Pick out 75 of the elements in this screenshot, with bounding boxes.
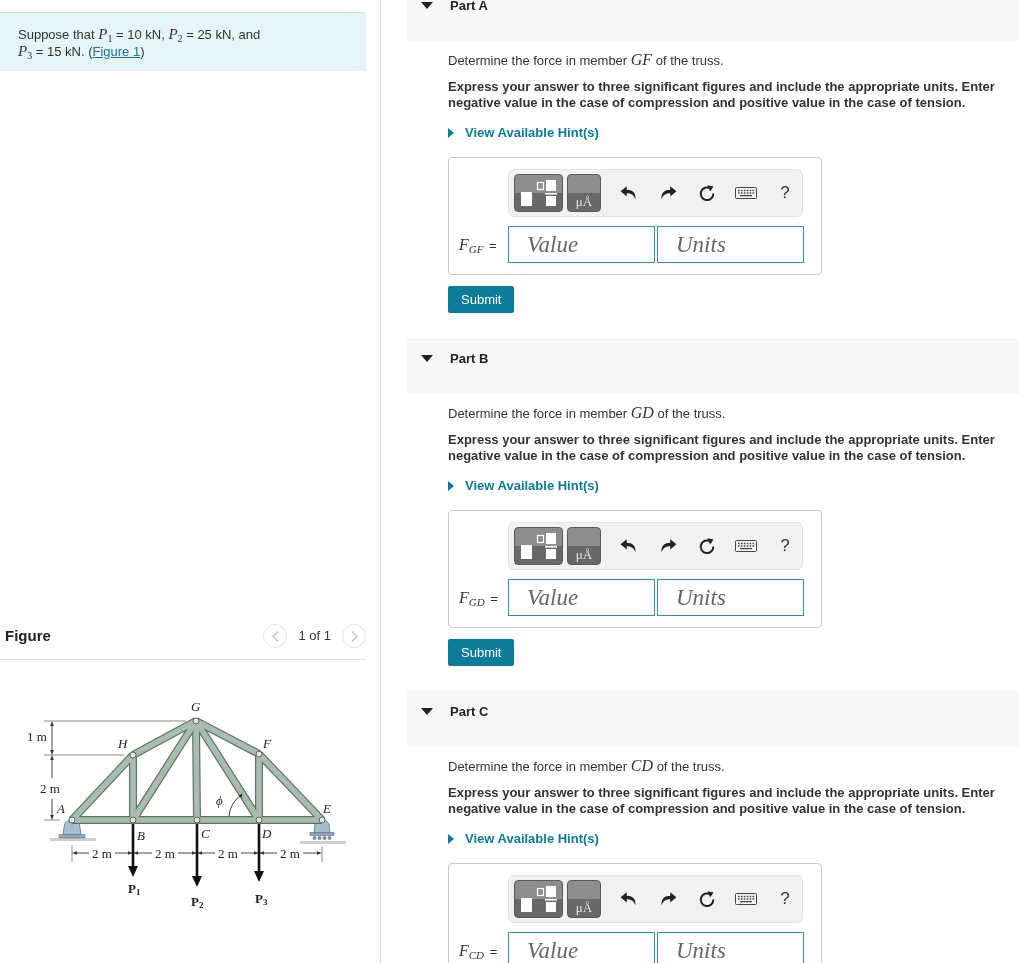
- units-field[interactable]: Units: [657, 932, 804, 963]
- units-button[interactable]: μÅ: [567, 527, 601, 565]
- question-text: Determine the force in member CD of the truss.: [448, 758, 726, 775]
- submit-button[interactable]: Submit: [448, 286, 515, 313]
- load-label: P$_{1}$: [128, 882, 141, 895]
- figure-title: Figure: [5, 625, 51, 646]
- load-arrow: [254, 824, 264, 882]
- reset-icon: [698, 537, 716, 555]
- answer-label: F$_{GF}$ =: [458, 234, 498, 257]
- units-field[interactable]: Units: [657, 226, 804, 263]
- part-title: Part C: [450, 704, 489, 720]
- joint-label: G: [191, 700, 201, 713]
- part-title: Part B: [450, 351, 489, 367]
- joint-label: B: [137, 829, 145, 842]
- extension-line: [71, 845, 73, 862]
- part-header[interactable]: Part B: [407, 338, 1019, 394]
- question-text: Determine the force in member GD of the truss.: [448, 405, 727, 422]
- help-button[interactable]: ?: [770, 178, 800, 208]
- joint-label: F: [263, 737, 271, 750]
- part-title: Part A: [450, 0, 488, 14]
- question-text: Determine the force in member GF of the truss.: [448, 52, 725, 69]
- value-field[interactable]: Value: [508, 579, 655, 616]
- help-button[interactable]: ?: [770, 884, 800, 914]
- load-label: P$_{2}$: [191, 895, 204, 908]
- load-arrow: [192, 824, 202, 887]
- joint-label: D: [262, 827, 272, 840]
- units-field[interactable]: Units: [657, 579, 804, 616]
- joint-label: C: [201, 827, 210, 840]
- angle-arc: [228, 793, 243, 817]
- submit-button[interactable]: Submit: [448, 639, 515, 666]
- joint-label: A: [57, 802, 65, 815]
- joint-label: E: [323, 802, 331, 815]
- page-indicator: 1 of 1: [298, 627, 331, 646]
- problem-statement: Suppose that P$_{1}$ = 10 kN, P$_{2}$ = 25 kN, and P$_{3}$ = 15 kN. (Figure 1): [18, 26, 262, 60]
- dimension-label: 2 m: [92, 847, 112, 860]
- template-icon: [519, 532, 558, 560]
- hint-link[interactable]: View Available Hint(s): [448, 831, 599, 847]
- keyboard-icon: [735, 893, 757, 905]
- template-icon: [519, 179, 558, 207]
- instructions-text: Express your answer to three significant figures and include the appropriate units. Enter negative value in the case of compression and positive value in the case of tension.: [448, 432, 996, 464]
- template-button[interactable]: [514, 527, 563, 565]
- dimension-label: 2 m: [218, 847, 238, 860]
- dimension-label: 2 m: [280, 847, 300, 860]
- instructions-text: Express your answer to three significant figures and include the appropriate units. Enter negative value in the case of compression and positive value in the case of tension.: [448, 785, 996, 817]
- load-arrow: [128, 824, 138, 877]
- extension-line: [44, 819, 60, 821]
- answer-label: F$_{GD}$ =: [458, 587, 499, 610]
- hint-link[interactable]: View Available Hint(s): [448, 125, 599, 141]
- figure-link[interactable]: Figure 1: [92, 44, 141, 59]
- load-label: P$_{3}$: [255, 892, 268, 905]
- part-header[interactable]: Part A: [407, 0, 1019, 41]
- reset-icon: [698, 890, 716, 908]
- reset-icon: [698, 184, 716, 202]
- value-field[interactable]: Value: [508, 932, 655, 963]
- angle-label: ϕ: [216, 794, 223, 807]
- dimension-label: 1 m: [27, 730, 47, 743]
- value-field[interactable]: Value: [508, 226, 655, 263]
- units-button[interactable]: μÅ: [567, 174, 601, 212]
- dimension-label: 2 m: [155, 847, 175, 860]
- extension-line: [321, 847, 323, 862]
- units-button[interactable]: μÅ: [567, 880, 601, 918]
- keyboard-icon: [735, 540, 757, 552]
- help-button[interactable]: ?: [770, 531, 800, 561]
- chevron-left-icon: [271, 630, 279, 642]
- joint-label: H: [118, 737, 128, 750]
- answer-label: F$_{CD}$ =: [458, 940, 499, 963]
- template-button[interactable]: [514, 880, 563, 918]
- template-button[interactable]: [514, 174, 563, 212]
- hint-link[interactable]: View Available Hint(s): [448, 478, 599, 494]
- chevron-right-icon: [350, 630, 358, 642]
- template-icon: [519, 885, 558, 913]
- dimension-label: 2 m: [40, 782, 60, 795]
- part-header[interactable]: Part C: [407, 691, 1019, 747]
- instructions-text: Express your answer to three significant figures and include the appropriate units. Enter negative value in the case of compression and positive value in the case of tension.: [448, 79, 996, 111]
- keyboard-icon: [735, 187, 757, 199]
